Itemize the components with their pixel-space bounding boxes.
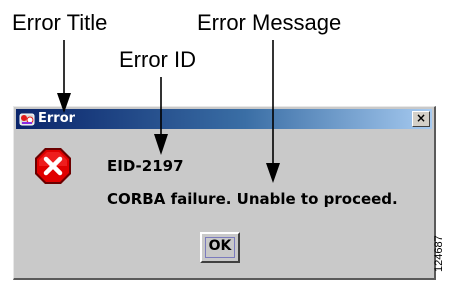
close-button[interactable]: × [412, 111, 430, 127]
title-arrow [57, 40, 71, 113]
ok-button[interactable]: OK [200, 232, 240, 263]
app-icon [19, 113, 35, 126]
figure-number: 124687 [433, 235, 445, 272]
error-id-callout: Error ID [119, 47, 196, 72]
focus-ring [205, 237, 235, 258]
error-icon [35, 148, 71, 184]
dialog-titlebar[interactable]: Error × [16, 109, 432, 129]
error-title-callout: Error Title [12, 10, 108, 35]
error-message-callout: Error Message [197, 10, 342, 35]
error-dialog: Error × EID-2197 CORBA failure. Unable t… [13, 106, 436, 280]
error-message-text: CORBA failure. Unable to proceed. [107, 190, 398, 208]
dialog-title: Error [38, 111, 76, 126]
error-id-text: EID-2197 [107, 157, 184, 175]
